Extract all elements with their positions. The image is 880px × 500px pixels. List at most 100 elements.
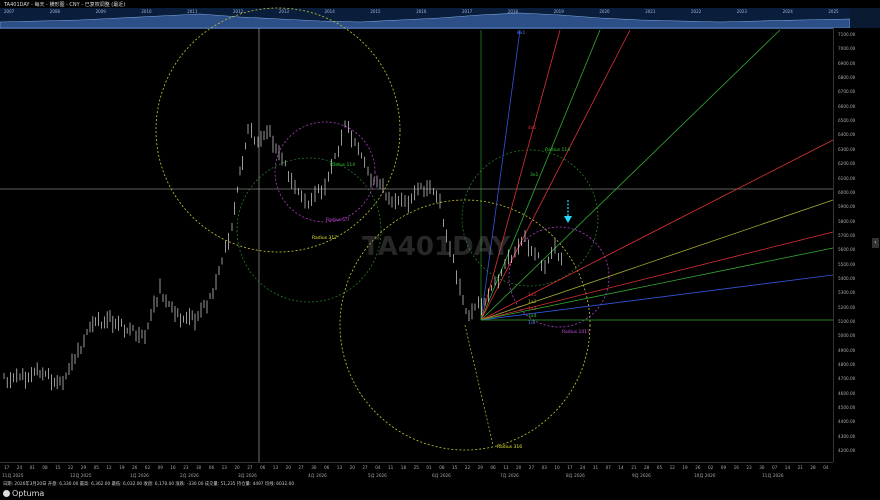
date-tick-label: 16: [170, 465, 176, 470]
date-tick-label: 13: [336, 465, 343, 470]
date-tick-label: 30: [759, 465, 765, 470]
date-tick-label: 23: [183, 465, 189, 470]
price-tick-label: 6300.00: [838, 146, 856, 152]
date-tick-label: 17: [567, 465, 573, 470]
price-tick-label: 4300.00: [838, 433, 856, 439]
date-tick-label: 27: [247, 465, 253, 470]
date-tick-label: 21: [797, 465, 803, 470]
label-radius-left-green: Radius 114: [330, 162, 355, 168]
date-tick-label: 25: [413, 465, 419, 470]
date-tick-label: 27: [298, 465, 304, 470]
date-tick-label: 08: [439, 465, 445, 470]
date-tick-label: 09: [157, 465, 163, 470]
price-tick-label: 5800.00: [838, 218, 856, 224]
date-tick-label: 26: [695, 465, 701, 470]
date-axis[interactable]: 17 24 01 08 15 22 29 05 12 19 26 02 09 16 23 30 06 13 20 27…: [0, 462, 833, 481]
month-label: 12月 2025: [70, 473, 92, 478]
date-tick-label: 15: [55, 465, 61, 470]
price-tick-label: 6800.00: [838, 75, 856, 81]
gann-circle-purple-right: [508, 226, 610, 328]
month-label: 7月 2026: [500, 473, 519, 478]
date-tick-label: 27: [362, 465, 368, 470]
price-tick-label: 4900.00: [838, 347, 856, 353]
price-tick-label: 5900.00: [838, 204, 856, 210]
date-tick-label: 02: [144, 465, 151, 470]
date-tick-label: 29: [477, 465, 483, 470]
label-radius-left-purple: Radius 1/7: [326, 217, 350, 223]
date-tick-label: 06: [490, 465, 496, 470]
date-tick-label: 13: [221, 465, 227, 470]
label-fan-1x4: 1x4: [528, 313, 537, 319]
date-tick-label: 02: [708, 465, 714, 470]
label-fan-1x2: 1x2: [528, 299, 537, 305]
month-label: 5月 2026: [368, 473, 387, 478]
status-bar: 日期: 2026年3月20日 开盘: 6,330.00 最高: 6,362.00…: [3, 482, 295, 487]
price-tick-label: 6200.00: [838, 161, 856, 167]
price-tick-label: 5700.00: [838, 232, 856, 238]
down-arrow-icon: [564, 200, 572, 223]
date-tick-label: 08: [42, 465, 48, 470]
brand-logo: Optuma: [3, 489, 44, 498]
price-tick-label: 5400.00: [838, 275, 856, 281]
date-tick-label: 30: [311, 465, 317, 470]
date-tick-label: 01: [29, 465, 35, 470]
label-radius-317: Radius 317: [312, 235, 337, 241]
price-tick-label: 5300.00: [838, 290, 856, 296]
date-tick-label: 24: [580, 465, 586, 470]
symbol-watermark: TA401DAY: [362, 232, 511, 262]
label-fan-3x1: 3x1: [530, 172, 539, 178]
gann-circle-green-left: [236, 157, 382, 303]
price-tick-label: 6400.00: [838, 132, 856, 138]
price-tick-label: 6700.00: [838, 89, 856, 95]
price-tick-label: 6100.00: [838, 175, 856, 181]
date-tick-label: 13: [503, 465, 509, 470]
price-tick-label: 4800.00: [838, 362, 856, 368]
date-tick-label: 24: [16, 465, 23, 470]
price-tick-label: 4700.00: [838, 376, 856, 382]
date-tick-label: 19: [119, 465, 125, 470]
price-tick-label: 6900.00: [838, 60, 856, 66]
price-tick-label: 5100.00: [838, 319, 856, 324]
date-tick-label: 31: [592, 465, 599, 470]
price-tick-label: 4400.00: [838, 419, 856, 425]
gann-circle-purple-left: [274, 121, 376, 223]
date-tick-label: 20: [234, 465, 240, 470]
date-tick-label: 06: [260, 465, 266, 470]
date-tick-label: 22: [68, 465, 74, 470]
date-tick-label: 13: [272, 465, 279, 470]
price-tick-label: 6500.00: [838, 118, 856, 124]
date-tick-label: 05: [656, 465, 663, 470]
price-tick-label: 5000.00: [838, 333, 856, 339]
date-tick-label: 28: [810, 465, 816, 470]
date-tick-label: 26: [132, 465, 138, 470]
price-tick-label: 4600.00: [838, 390, 856, 396]
date-tick-label: 20: [285, 465, 291, 470]
date-tick-label: 07: [605, 465, 611, 470]
price-tick-label: 7000.00: [838, 46, 856, 52]
price-tick-label: 5500.00: [838, 261, 856, 267]
label-fan-1x1: 1x1: [528, 292, 537, 298]
month-label: 4月 2026: [308, 473, 327, 478]
date-tick-label: 30: [196, 465, 202, 470]
price-tick-label: 4200.00: [838, 448, 856, 454]
label-fan-8x1: 8x1: [517, 30, 526, 36]
date-tick-label: 09: [720, 465, 727, 470]
date-tick-label: 18: [400, 465, 407, 470]
date-tick-label: 01: [426, 465, 432, 470]
date-tick-label: 14: [784, 465, 791, 470]
date-tick-label: 16: [733, 465, 739, 470]
date-tick-label: 22: [464, 465, 471, 470]
date-tick-label: 29: [80, 465, 87, 470]
date-tick-label: 04: [375, 465, 381, 470]
logo-text: Optuma: [12, 489, 45, 498]
month-label: 10月 2026: [694, 473, 716, 478]
scroll-left-button[interactable]: ‹: [872, 238, 879, 248]
price-tick-label: 4500.00: [838, 405, 856, 411]
label-radius-316: Radius 316: [497, 444, 522, 450]
date-tick-label: 07: [772, 465, 778, 470]
date-tick-label: 27: [528, 465, 535, 470]
month-label: 9月 2026: [632, 473, 651, 478]
radius-line-316: [464, 324, 494, 446]
gann-circle-large-left: [155, 7, 401, 253]
label-fan-4x1: 4x1: [528, 125, 537, 131]
